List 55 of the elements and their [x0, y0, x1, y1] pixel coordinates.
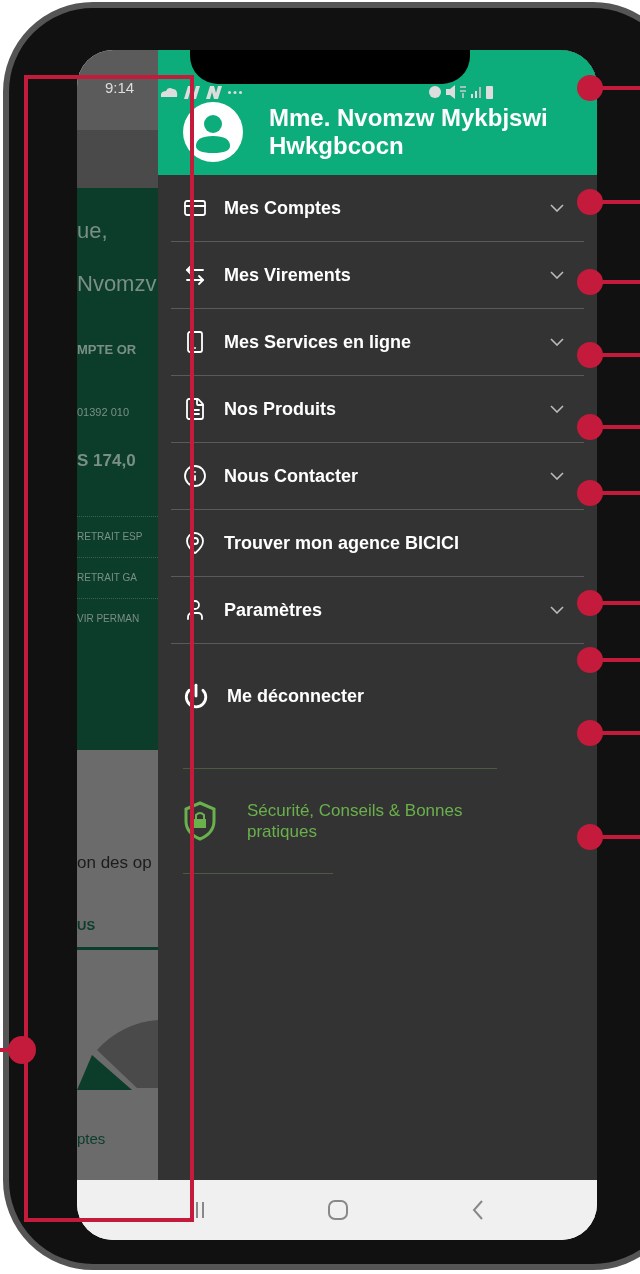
menu-item-label: Paramètres	[224, 598, 324, 622]
logout-item[interactable]: Me déconnecter	[183, 682, 365, 710]
battery-icon	[486, 85, 493, 99]
more-dots-icon	[228, 90, 242, 94]
menu-item-label: Nos Produits	[224, 397, 337, 421]
home-icon[interactable]	[327, 1199, 349, 1221]
client-name: Nvomzv	[77, 270, 158, 298]
callout-marker	[577, 342, 640, 368]
legend-text: ptes	[77, 1129, 107, 1149]
network-icon	[460, 86, 466, 98]
chevron-down-icon	[550, 405, 564, 413]
callout-marker	[577, 590, 640, 616]
alarm-icon	[429, 86, 441, 98]
menu-item-label: Mes Virements	[224, 263, 352, 287]
menu-item-label: Mes Services en ligne	[224, 330, 413, 354]
n-logo-icon	[206, 85, 222, 99]
security-link[interactable]: Sécurité, Conseils & Bonnes pratiques	[158, 769, 597, 873]
chevron-down-icon	[550, 204, 564, 212]
balance-text: S 174,0	[77, 450, 137, 472]
callout-marker	[0, 1036, 36, 1064]
chevron-down-icon	[550, 271, 564, 279]
callout-marker	[577, 414, 640, 440]
signal-icon	[471, 86, 481, 98]
callout-marker	[577, 824, 640, 850]
callout-marker	[577, 720, 640, 746]
avatar-icon	[183, 102, 243, 162]
cloud-icon	[160, 86, 178, 98]
status-time: 9:14	[105, 79, 135, 97]
security-link-text: Sécurité, Conseils & Bonnes pratiques	[247, 800, 464, 842]
callout-marker	[577, 189, 640, 215]
greeting-text: ue,	[77, 217, 109, 245]
section-title: on des op	[77, 852, 153, 874]
info-icon	[183, 464, 207, 488]
arrows-icon	[183, 263, 207, 287]
callout-marker	[577, 480, 640, 506]
callout-marker	[577, 647, 640, 673]
menu-item-label: Mes Comptes	[224, 196, 343, 220]
shield-lock-icon	[183, 801, 217, 841]
document-icon	[183, 397, 207, 421]
menu-item-label: Trouver mon agence BICICI	[224, 531, 461, 555]
user-name: Mme. Nvomzw Mykbjswi Hwkgbcocn	[269, 104, 549, 160]
account-type: MPTE OR	[77, 341, 138, 359]
menu-item-label: Nous Contacter	[224, 464, 359, 488]
callout-marker	[577, 269, 640, 295]
power-icon	[183, 683, 209, 709]
n-logo-icon	[184, 85, 200, 99]
chevron-down-icon	[550, 606, 564, 614]
mute-icon	[446, 85, 455, 99]
account-number: 01392 010	[77, 404, 130, 420]
logout-label: Me déconnecter	[227, 684, 365, 708]
map-pin-icon	[183, 531, 207, 555]
menu-item[interactable]: Trouver mon agence BICICI	[171, 510, 584, 577]
callout-marker	[577, 75, 640, 101]
chevron-down-icon	[550, 472, 564, 480]
chevron-down-icon	[550, 338, 564, 346]
